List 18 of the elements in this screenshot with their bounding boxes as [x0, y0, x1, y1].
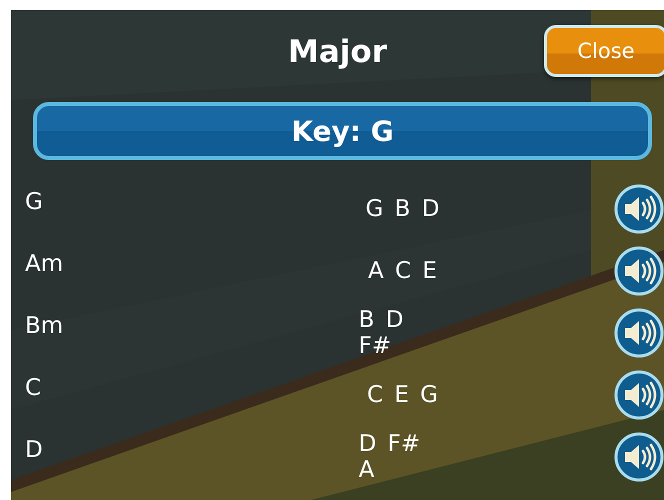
- speaker-icon[interactable]: [614, 308, 664, 358]
- dialog-title: Major: [288, 34, 387, 70]
- close-button[interactable]: Close: [544, 25, 664, 77]
- speaker-icon[interactable]: [614, 370, 664, 420]
- chord-name: Bm: [24, 313, 64, 339]
- chord-name: Am: [24, 251, 64, 277]
- key-banner: Key: G: [33, 102, 652, 160]
- chord-name: C: [24, 375, 42, 401]
- chord-notes: B D F#: [358, 307, 404, 359]
- speaker-icon[interactable]: [614, 184, 664, 234]
- chord-notes: G B D: [366, 196, 440, 222]
- chord-notes: C E G: [366, 382, 438, 408]
- chord-name: D: [24, 437, 43, 463]
- chord-name: G: [24, 189, 43, 215]
- chord-notes: D F# A: [358, 431, 422, 483]
- speaker-icon[interactable]: [614, 432, 664, 482]
- chord-notes: A C E: [368, 258, 437, 284]
- speaker-icon[interactable]: [614, 246, 664, 296]
